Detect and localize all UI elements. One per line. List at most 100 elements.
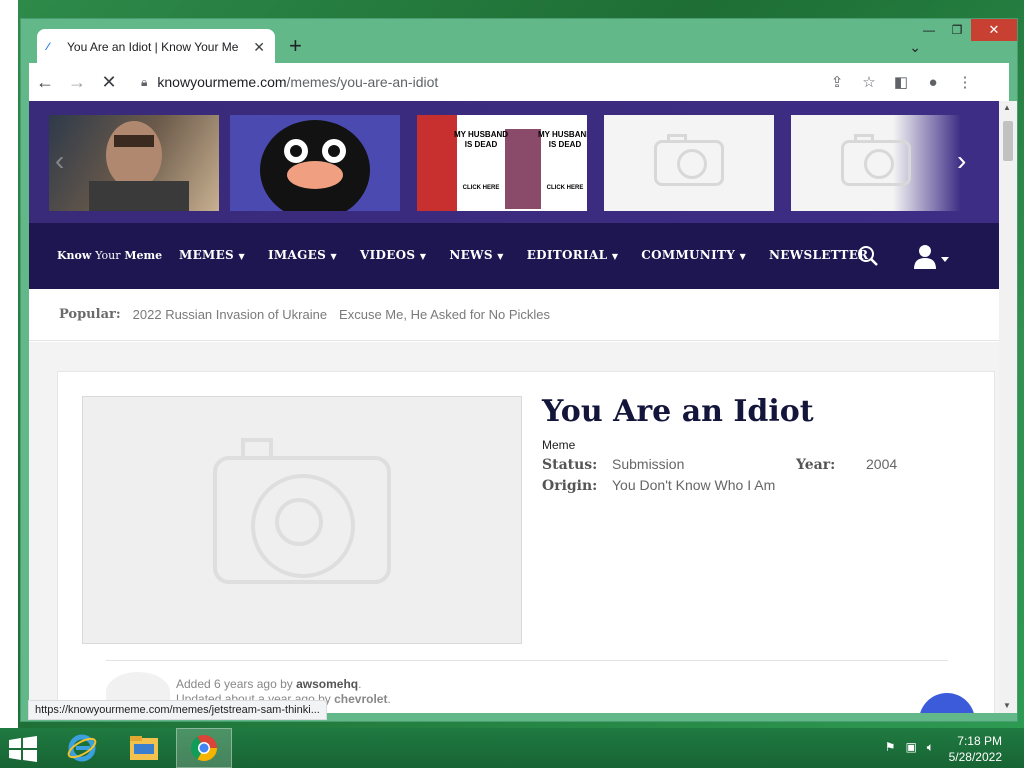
- origin-value-wrap: You Don't Know Who I Am: [612, 477, 775, 493]
- husband-dead-ad-image: MY HUSBAND IS DEAD MY HUSBAND IS DEAD CL…: [417, 115, 587, 211]
- action-center-flag-icon[interactable]: ⚑: [885, 740, 896, 755]
- updated-user-link[interactable]: chevrolet: [334, 692, 387, 706]
- stop-loading-button[interactable]: ✕: [93, 66, 125, 98]
- share-icon[interactable]: ⇪: [821, 73, 853, 91]
- chevron-down-icon: ▼: [611, 251, 619, 261]
- nav-label: MEMES: [179, 248, 235, 262]
- divider: [106, 660, 948, 661]
- chevron-down-icon: ▼: [330, 251, 337, 261]
- placeholder-camera-icon: [841, 134, 911, 186]
- ad-headline-2b: IS DEAD: [549, 140, 582, 149]
- page-scrollbar[interactable]: ▲ ▼: [999, 101, 1017, 713]
- carousel-thumb-1[interactable]: [49, 115, 219, 211]
- nav-label: VIDEOS: [359, 248, 416, 262]
- new-tab-button[interactable]: +: [289, 35, 302, 57]
- site-logo[interactable]: Know Your Meme: [57, 249, 162, 262]
- tab-bar: ⁄ You Are an Idiot | Know Your Me ✕ + ⌄: [29, 27, 1009, 65]
- taskbar-clock[interactable]: 7:18 PM 5/28/2022: [949, 733, 1002, 765]
- year-value-wrap: 2004: [866, 456, 897, 472]
- search-icon[interactable]: [857, 245, 879, 267]
- added-by-text: Added 6 years ago by awsomehq.: [176, 677, 362, 691]
- carousel-thumb-4[interactable]: [604, 115, 774, 211]
- taskbar: ⚑ ▣ 🔈︎ 7:18 PM 5/28/2022: [0, 728, 1024, 768]
- nav-item-images[interactable]: IMAGES ▼: [268, 248, 337, 262]
- tab-search-chevron-icon[interactable]: ⌄: [909, 39, 921, 56]
- ad-headline-1: MY HUSBAND: [454, 130, 508, 139]
- origin-value[interactable]: You Don't Know Who I Am: [612, 477, 775, 493]
- windows-start-icon[interactable]: [8, 736, 38, 762]
- carousel-prev-icon[interactable]: ‹: [55, 145, 64, 177]
- popular-link-2[interactable]: Excuse Me, He Asked for No Pickles: [339, 307, 550, 322]
- entry-image[interactable]: [82, 396, 522, 644]
- ad-cta-1: CLICK HERE: [463, 185, 500, 191]
- network-icon[interactable]: ▣: [905, 740, 916, 755]
- nav-item-editorial[interactable]: EDITORIAL ▼: [527, 248, 619, 262]
- carousel-next-icon[interactable]: ›: [957, 145, 966, 177]
- loading-spinner-icon: ⁄: [47, 41, 49, 53]
- nav-item-newsletter[interactable]: NEWSLETTER: [769, 248, 868, 262]
- jetstream-sam-image: [89, 121, 189, 211]
- back-button[interactable]: ←: [29, 66, 61, 98]
- nav-item-news[interactable]: NEWS ▼: [449, 248, 503, 262]
- year-label: Year:: [796, 457, 836, 473]
- address-bar[interactable]: 🔒︎ knowyourmeme.com/memes/you-are-an-idi…: [141, 67, 981, 97]
- menu-kebab-icon[interactable]: ⋮: [949, 73, 981, 91]
- taskbar-ie-icon[interactable]: [54, 728, 110, 768]
- placeholder-camera-icon: [654, 134, 724, 186]
- nav-item-videos[interactable]: VIDEOS ▼: [360, 248, 426, 262]
- entry-category[interactable]: Meme: [542, 438, 575, 452]
- site-navigation: Know Your Meme MEMES ▼ IMAGES ▼ VIDEOS ▼…: [29, 223, 999, 289]
- year-row: Year:: [796, 456, 835, 473]
- volume-muted-icon[interactable]: 🔈︎: [927, 740, 934, 755]
- entry-title: You Are an Idiot: [542, 394, 814, 429]
- added-user-link[interactable]: awsomehq: [296, 677, 358, 691]
- system-tray: ⚑ ▣ 🔈︎: [885, 740, 934, 755]
- nav-label: EDITORIAL: [526, 248, 608, 262]
- nav-label: COMMUNITY: [641, 248, 736, 262]
- pingu-image: [260, 120, 370, 211]
- chevron-down-icon: ▼: [739, 251, 747, 261]
- chevron-down-icon: ▼: [419, 251, 427, 261]
- url-text[interactable]: knowyourmeme.com/memes/you-are-an-idiot: [157, 74, 438, 90]
- clock-time: 7:18 PM: [957, 734, 1002, 748]
- status-row: Status:: [542, 456, 597, 473]
- url-domain: knowyourmeme.com: [157, 74, 287, 90]
- nav-item-memes[interactable]: MEMES ▼: [179, 248, 245, 262]
- tab-title: You Are an Idiot | Know Your Me: [67, 40, 239, 54]
- bookmark-star-icon[interactable]: ☆: [853, 73, 885, 91]
- trending-carousel: MY HUSBAND IS DEAD MY HUSBAND IS DEAD CL…: [29, 101, 999, 223]
- popular-link-1[interactable]: 2022 Russian Invasion of Ukraine: [133, 307, 327, 322]
- logo-know: Know: [57, 249, 92, 262]
- scroll-up-icon[interactable]: ▲: [1003, 103, 1011, 112]
- clock-date: 5/28/2022: [948, 750, 1002, 764]
- tab-close-icon[interactable]: ✕: [253, 39, 265, 56]
- taskbar-chrome-icon[interactable]: [176, 728, 232, 768]
- carousel-thumb-3[interactable]: MY HUSBAND IS DEAD MY HUSBAND IS DEAD CL…: [417, 115, 587, 211]
- nav-label: NEWS: [449, 248, 493, 262]
- ad-cta-2: CLICK HERE: [547, 185, 584, 191]
- browser-window: — ❐ ✕ ⁄ You Are an Idiot | Know Your Me …: [20, 18, 1018, 722]
- origin-row: Origin:: [542, 477, 597, 494]
- origin-label: Origin:: [542, 478, 598, 494]
- nav-item-community[interactable]: COMMUNITY ▼: [641, 248, 746, 262]
- side-panel-icon[interactable]: ◧: [885, 73, 917, 91]
- taskbar-explorer-icon[interactable]: [116, 728, 172, 768]
- user-account-icon[interactable]: [913, 243, 951, 271]
- forward-button[interactable]: →: [61, 66, 93, 98]
- ad-headline-2: MY HUSBAND: [538, 130, 587, 139]
- profile-icon[interactable]: ●: [917, 74, 949, 91]
- popular-bar: Popular: 2022 Russian Invasion of Ukrain…: [29, 289, 999, 341]
- logo-meme: Meme: [124, 249, 163, 262]
- scroll-thumb[interactable]: [1003, 121, 1013, 161]
- scroll-down-icon[interactable]: ▼: [1003, 701, 1011, 710]
- lock-icon[interactable]: 🔒︎: [141, 75, 147, 90]
- carousel-thumb-2[interactable]: [230, 115, 400, 211]
- logo-your: Your: [95, 249, 121, 262]
- carousel-thumb-5[interactable]: [791, 115, 961, 211]
- link-status-bubble: https://knowyourmeme.com/memes/jetstream…: [28, 700, 327, 720]
- desktop-background-window: [0, 0, 18, 728]
- added-prefix: Added 6 years ago by: [176, 677, 293, 691]
- browser-toolbar: ← → ✕ 🔒︎ knowyourmeme.com/memes/you-are-…: [29, 63, 1009, 101]
- ad-headline-1b: IS DEAD: [465, 140, 498, 149]
- tab-active[interactable]: ⁄ You Are an Idiot | Know Your Me ✕: [37, 29, 275, 65]
